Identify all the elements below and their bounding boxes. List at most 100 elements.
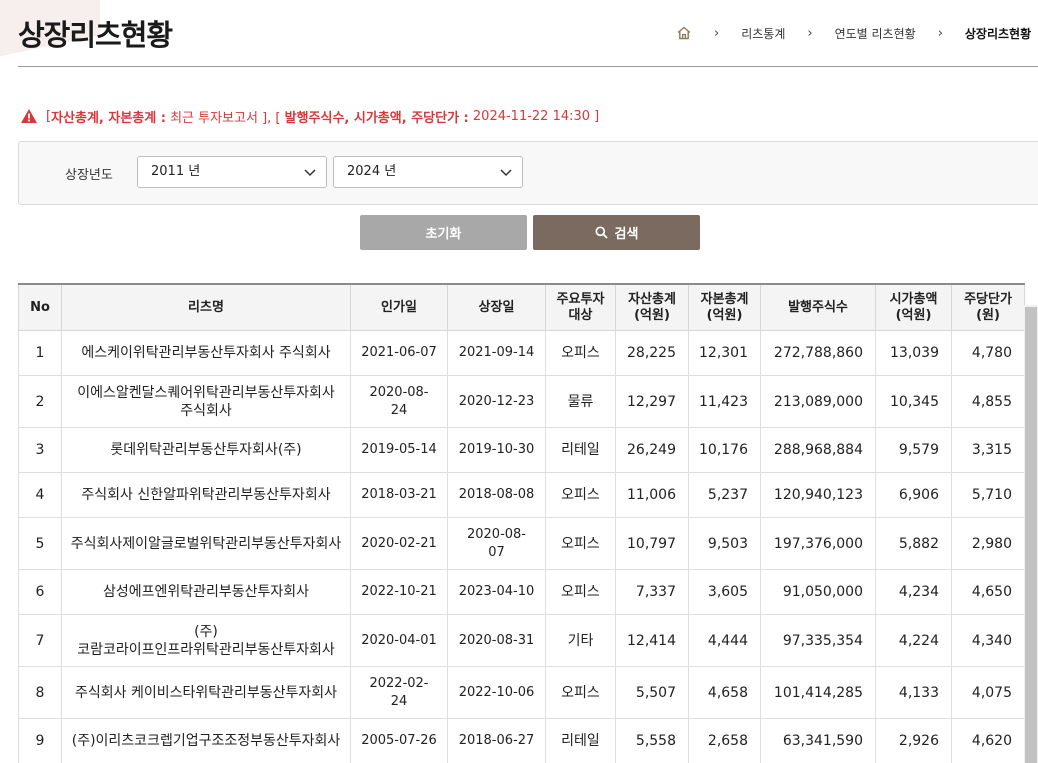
cell-listing-date: 2023-04-10 (447, 569, 546, 615)
listing-year-label: 상장년도 (65, 168, 113, 183)
cell-total-assets: 12,414 (615, 614, 689, 667)
cell-reit-name: 이에스알켄달스퀘어위탁관리부동산투자회사 주식회사 (61, 375, 351, 428)
header-equity-line1: 자본총계 (700, 291, 749, 307)
reset-button[interactable]: 초기화 (360, 215, 527, 250)
header-approval-date[interactable]: 인가일 (350, 283, 448, 331)
header-sector[interactable]: 주요투자 대상 (545, 283, 616, 331)
listing-year-from-select[interactable]: 2011 년 (137, 156, 327, 188)
search-button-label: 검색 (614, 227, 639, 242)
home-icon[interactable] (676, 25, 692, 41)
search-icon (594, 226, 608, 239)
cell-market-cap: 2,926 (875, 718, 952, 763)
cell-total-assets: 5,558 (615, 718, 689, 763)
breadcrumb: › 리츠통계 › 연도별 리츠현황 › 상장리츠현황 (676, 24, 1031, 42)
cell-listing-date: 2020-08- 07 (447, 517, 546, 570)
breadcrumb-item-reit-stats[interactable]: 리츠통계 (741, 25, 785, 42)
title-divider (18, 66, 1038, 67)
cell-listing-date: 2018-08-08 (447, 472, 546, 518)
header-listing-date[interactable]: 상장일 (447, 283, 546, 331)
cell-approval-date: 2021-06-07 (350, 330, 448, 376)
header-assets-line1: 자산총계 (628, 291, 676, 307)
cell-approval-date-line: 24 (390, 693, 408, 709)
cell-listing-date-line: 2019-10-30 (458, 442, 535, 457)
cell-approval-date-line: 2020-04-01 (361, 632, 437, 648)
cell-share-price: 4,075 (951, 666, 1025, 719)
cell-listing-date-line: 2020-08-31 (458, 632, 535, 648)
cell-shares-issued: 272,788,860 (760, 330, 876, 376)
cell-market-cap: 6,906 (875, 472, 952, 518)
cell-shares-issued: 101,414,285 (760, 666, 876, 719)
cell-sector: 오피스 (545, 569, 616, 615)
cell-approval-date: 2020-04-01 (350, 614, 448, 667)
data-notice: [ 자산총계, 자본총계 : 최근 투자보고서 ], [ 발행주식수, 시가총액… (20, 107, 600, 126)
cell-reit-name: 주식회사제이알글로벌위탁관리부동산투자회사 (61, 517, 351, 570)
cell-no: 5 (18, 517, 62, 570)
table-row[interactable]: 8 주식회사 케이비스타위탁관리부동산투자회사 2022-02- 24 2022-10-… (18, 666, 1025, 719)
header-share-price[interactable]: 주당단가 (원) (951, 283, 1025, 331)
listing-year-to-select[interactable]: 2024 년 (333, 156, 523, 188)
table-row[interactable]: 1 에스케이위탁관리부동산투자회사 주식회사 2021-06-07 2021-09-1… (18, 330, 1025, 376)
header-mcap-line1: 시가총액 (889, 291, 938, 307)
cell-shares-issued: 97,335,354 (760, 614, 876, 667)
cell-no: 2 (18, 375, 62, 428)
cell-reit-name: 주식회사 신한알파위탁관리부동산투자회사 (61, 472, 351, 518)
header-name[interactable]: 리츠명 (61, 283, 351, 331)
cell-share-price: 4,620 (951, 718, 1025, 763)
cell-total-assets: 11,006 (615, 472, 689, 518)
listing-year-from-value: 2011 년 (151, 164, 201, 179)
chevron-right-icon: › (937, 25, 943, 41)
cell-total-assets: 10,797 (615, 517, 689, 570)
header-sector-line1: 주요투자 (556, 291, 605, 307)
breadcrumb-item-yearly-status[interactable]: 연도별 리츠현황 (835, 25, 916, 42)
reit-table-container: No 리츠명 인가일 상장일 주요투자 대상 자산총계 (억원) 자본총계 (억원) … (18, 283, 1038, 763)
chevron-right-icon: › (807, 25, 813, 41)
header-total-assets[interactable]: 자산총계 (억원) (615, 283, 689, 331)
cell-approval-date: 2022-10-21 (350, 569, 448, 615)
header-total-equity[interactable]: 자본총계 (억원) (688, 283, 761, 331)
page-title: 상장리츠현황 (18, 18, 173, 52)
table-body: 1 에스케이위탁관리부동산투자회사 주식회사 2021-06-07 2021-09-1… (18, 330, 1025, 763)
cell-reit-name-line: 삼성에프엔위탁관리부동산투자회사 (102, 584, 310, 600)
cell-approval-date: 2020-02-21 (350, 517, 448, 570)
cell-reit-name-line: 주식회사 케이비스타위탁관리부동산투자회사 (74, 684, 338, 701)
table-row[interactable]: 5 주식회사제이알글로벌위탁관리부동산투자회사 2020-02-21 2020-08-… (18, 517, 1025, 570)
cell-sector: 오피스 (545, 517, 616, 570)
cell-total-equity: 5,237 (688, 472, 761, 518)
cell-share-price: 4,650 (951, 569, 1025, 615)
scrollbar-thumb[interactable] (1025, 307, 1037, 763)
header-sector-line2: 대상 (568, 307, 593, 323)
cell-no: 9 (18, 718, 62, 763)
cell-approval-date-line: 2005-07-26 (361, 733, 437, 748)
notice-shares-text: 2024-11-22 14:30 ] (468, 108, 600, 124)
cell-reit-name: 롯데위탁관리부동산투자회사(주) (61, 427, 351, 473)
table-row[interactable]: 3 롯데위탁관리부동산투자회사(주) 2019-05-14 2019-10-30 리테일… (18, 427, 1025, 473)
cell-no: 1 (18, 330, 62, 376)
header-shares-issued[interactable]: 발행주식수 (760, 283, 876, 331)
cell-total-equity: 4,658 (688, 666, 761, 719)
cell-market-cap: 5,882 (875, 517, 952, 570)
header-market-cap[interactable]: 시가총액 (억원) (875, 283, 952, 331)
table-row[interactable]: 6 삼성에프엔위탁관리부동산투자회사 2022-10-21 2023-04-10 오피스… (18, 569, 1025, 615)
table-row[interactable]: 4 주식회사 신한알파위탁관리부동산투자회사 2018-03-21 2018-08-0… (18, 472, 1025, 518)
cell-shares-issued: 213,089,000 (760, 375, 876, 428)
chevron-down-icon (500, 169, 512, 177)
cell-reit-name-line: (주) (194, 623, 218, 640)
cell-market-cap: 10,345 (875, 375, 952, 428)
header-price-line2: (원) (976, 307, 1000, 323)
table-row[interactable]: 7 (주) 코람코라이프인프라위탁관리부동산투자회사 2020-04-01 2020-0… (18, 614, 1025, 667)
breadcrumb-item-current: 상장리츠현황 (964, 26, 1032, 41)
table-row[interactable]: 9 (주)이리츠코크렙기업구조조정부동산투자회사 2005-07-26 2018-06… (18, 718, 1025, 763)
table-row[interactable]: 2 이에스알켄달스퀘어위탁관리부동산투자회사 주식회사 2020-08- 24 2020-… (18, 375, 1025, 428)
header-no[interactable]: No (18, 283, 62, 331)
cell-market-cap: 13,039 (875, 330, 952, 376)
search-button[interactable]: 검색 (533, 215, 700, 250)
cell-sector: 오피스 (545, 666, 616, 719)
cell-approval-date: 2020-08- 24 (350, 375, 448, 428)
cell-approval-date-line: 2018-03-21 (361, 487, 437, 502)
cell-total-equity: 2,658 (688, 718, 761, 763)
cell-reit-name-line: 주식회사제이알글로벌위탁관리부동산투자회사 (70, 535, 342, 552)
cell-listing-date-line: 2021-09-14 (458, 345, 535, 360)
cell-reit-name-line: 에스케이위탁관리부동산투자회사 주식회사 (81, 345, 331, 361)
cell-share-price: 4,780 (951, 330, 1025, 376)
warning-icon (21, 109, 37, 123)
